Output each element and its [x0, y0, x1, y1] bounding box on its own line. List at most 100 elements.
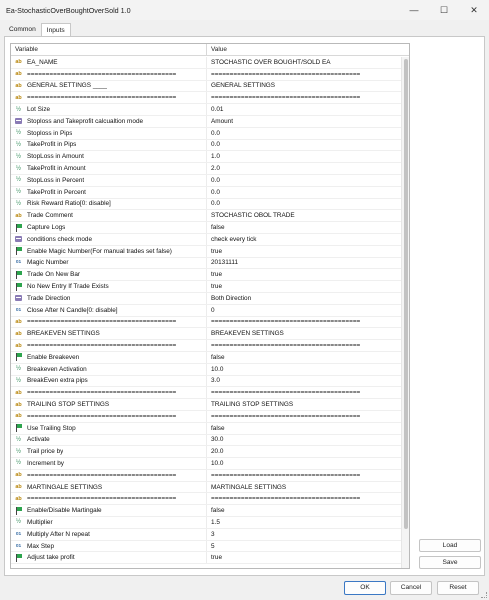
value-cell[interactable]: 5	[207, 543, 403, 550]
table-row[interactable]: Use Trailing Stop false	[11, 422, 403, 435]
table-row[interactable]: ½ Multiplier 1.5	[11, 517, 403, 529]
value-cell[interactable]: 1.0	[207, 153, 403, 160]
table-row[interactable]: Capture Logs false	[11, 222, 403, 234]
value-cell[interactable]: TRAILING STOP SETTINGS	[207, 401, 403, 408]
table-row[interactable]: ½ Activate 30.0	[11, 434, 403, 447]
value-cell[interactable]: 0.01	[207, 106, 403, 113]
value-cell[interactable]: GENERAL SETTINGS	[207, 82, 403, 89]
value-cell[interactable]: 0.0	[207, 200, 403, 207]
value-cell[interactable]: ========================================	[207, 472, 403, 479]
column-header-variable[interactable]: Variable	[11, 44, 207, 55]
reset-button[interactable]: Reset	[437, 581, 479, 595]
maximize-button[interactable]: ☐	[429, 0, 459, 20]
value-cell[interactable]: 2.0	[207, 165, 403, 172]
table-row[interactable]: Stoploss and Takeprofit calcualtion mode…	[11, 115, 403, 128]
value-cell[interactable]: BREAKEVEN SETTINGS	[207, 330, 403, 337]
table-row[interactable]: Trade Direction Both Direction	[11, 292, 403, 305]
tab-common[interactable]: Common	[4, 23, 41, 36]
value-cell[interactable]: ========================================	[207, 389, 403, 396]
table-row[interactable]: ab ======================================…	[11, 493, 403, 506]
value-cell[interactable]: 0.0	[207, 189, 403, 196]
value-cell[interactable]: STOCHASTIC OVER BOUGHT/SOLD EA	[207, 59, 403, 66]
table-row[interactable]: 01 Multiply After N repeat 3	[11, 528, 403, 541]
value-cell[interactable]: 10.0	[207, 460, 403, 467]
table-row[interactable]: ½ Trail price by 20.0	[11, 446, 403, 459]
table-row[interactable]: ab ======================================…	[11, 340, 403, 352]
value-cell[interactable]: 0.0	[207, 141, 403, 148]
value-cell[interactable]: ========================================	[207, 318, 403, 325]
table-row[interactable]: ½ Breakeven Activation 10.0	[11, 363, 403, 376]
table-row[interactable]: 01 Max Step 5	[11, 540, 403, 553]
table-row[interactable]: ½ TakeProfit in Amount 2.0	[11, 163, 403, 175]
table-row[interactable]: ½ Increment by 10.0	[11, 458, 403, 470]
value-cell[interactable]: 1.5	[207, 519, 403, 526]
value-cell[interactable]: true	[207, 271, 403, 278]
table-row[interactable]: ½ Lot Size 0.01	[11, 104, 403, 116]
minimize-button[interactable]: —	[399, 0, 429, 20]
value-cell[interactable]: STOCHASTIC OBOL TRADE	[207, 212, 403, 219]
table-row[interactable]: ½ StopLoss in Percent 0.0	[11, 174, 403, 187]
table-row[interactable]: Enable/Disable Martingale false	[11, 505, 403, 518]
table-row[interactable]: ab GENERAL SETTINGS ____ GENERAL SETTINGS	[11, 80, 403, 93]
table-row[interactable]: ab ======================================…	[11, 387, 403, 400]
value-cell[interactable]: check every tick	[207, 236, 403, 243]
table-row[interactable]: Adjust take profit true	[11, 552, 403, 565]
table-row[interactable]: Trade On New Bar true	[11, 269, 403, 282]
table-row[interactable]: 01 Magic Number 20131111	[11, 257, 403, 270]
value-cell[interactable]: 10.0	[207, 366, 403, 373]
value-cell[interactable]: 20.0	[207, 448, 403, 455]
table-row[interactable]: ab TRAILING STOP SETTINGS TRAILING STOP SE…	[11, 399, 403, 411]
table-row[interactable]: ½ Risk Reward Ratio[0: disable] 0.0	[11, 198, 403, 211]
value-cell[interactable]: true	[207, 283, 403, 290]
table-row[interactable]: ab ======================================…	[11, 92, 403, 105]
table-row[interactable]: ab ======================================…	[11, 469, 403, 482]
table-row[interactable]: ab MARTINGALE SETTINGS MARTINGALE SETTINGS	[11, 481, 403, 494]
tab-inputs[interactable]: Inputs	[40, 23, 71, 36]
value-cell[interactable]: ========================================	[207, 342, 403, 349]
table-row[interactable]: ½ TakeProfit in Percent 0.0	[11, 186, 403, 199]
table-row[interactable]: ab EA_NAME STOCHASTIC OVER BOUGHT/SOLD EA	[11, 57, 403, 69]
close-button[interactable]: ✕	[459, 0, 489, 20]
table-row[interactable]: ab Trade Comment STOCHASTIC OBOL TRADE	[11, 210, 403, 223]
value-cell[interactable]: 3	[207, 531, 403, 538]
table-row[interactable]: ½ StopLoss in Amount 1.0	[11, 151, 403, 164]
value-cell[interactable]: Both Direction	[207, 295, 403, 302]
save-button[interactable]: Save	[419, 556, 481, 569]
value-cell[interactable]: MARTINGALE SETTINGS	[207, 484, 403, 491]
table-row[interactable]: Enable Breakeven false	[11, 351, 403, 364]
table-row[interactable]: 01 Close After N Candle[0: disable] 0	[11, 304, 403, 317]
value-cell[interactable]: 20131111	[207, 259, 403, 266]
value-cell[interactable]: false	[207, 425, 403, 432]
cancel-button[interactable]: Cancel	[390, 581, 432, 595]
value-cell[interactable]: 30.0	[207, 436, 403, 443]
value-cell[interactable]: 3.0	[207, 377, 403, 384]
value-cell[interactable]: false	[207, 507, 403, 514]
value-cell[interactable]: 0.0	[207, 177, 403, 184]
value-cell[interactable]: true	[207, 554, 403, 561]
ok-button[interactable]: OK	[344, 581, 386, 595]
table-row[interactable]: conditions check mode check every tick	[11, 233, 403, 246]
value-cell[interactable]: ========================================	[207, 413, 403, 420]
load-button[interactable]: Load	[419, 539, 481, 552]
column-header-value[interactable]: Value	[207, 44, 409, 55]
table-row[interactable]: ab ======================================…	[11, 316, 403, 329]
table-row[interactable]: ab BREAKEVEN SETTINGS BREAKEVEN SETTINGS	[11, 328, 403, 341]
table-row[interactable]: ab ======================================…	[11, 68, 403, 81]
value-cell[interactable]: ========================================	[207, 94, 403, 101]
value-cell[interactable]: Amount	[207, 118, 403, 125]
value-cell[interactable]: true	[207, 248, 403, 255]
table-row[interactable]: ½ Stoploss in Pips 0.0	[11, 127, 403, 140]
table-row[interactable]: Enable Magic Number(For manual trades se…	[11, 245, 403, 258]
table-row[interactable]: ½ BreakEven extra pips 3.0	[11, 375, 403, 388]
table-row[interactable]: ½ TakeProfit in Pips 0.0	[11, 139, 403, 152]
table-row[interactable]: ab ======================================…	[11, 410, 403, 423]
value-cell[interactable]: ========================================	[207, 495, 403, 502]
table-row[interactable]: No New Entry If Trade Exists true	[11, 281, 403, 293]
value-cell[interactable]: ========================================	[207, 71, 403, 78]
value-cell[interactable]: false	[207, 224, 403, 231]
value-cell[interactable]: 0	[207, 307, 403, 314]
resize-grip-icon[interactable]	[481, 592, 487, 598]
scrollbar-thumb[interactable]	[404, 59, 408, 529]
value-cell[interactable]: false	[207, 354, 403, 361]
vertical-scrollbar[interactable]	[401, 57, 409, 568]
